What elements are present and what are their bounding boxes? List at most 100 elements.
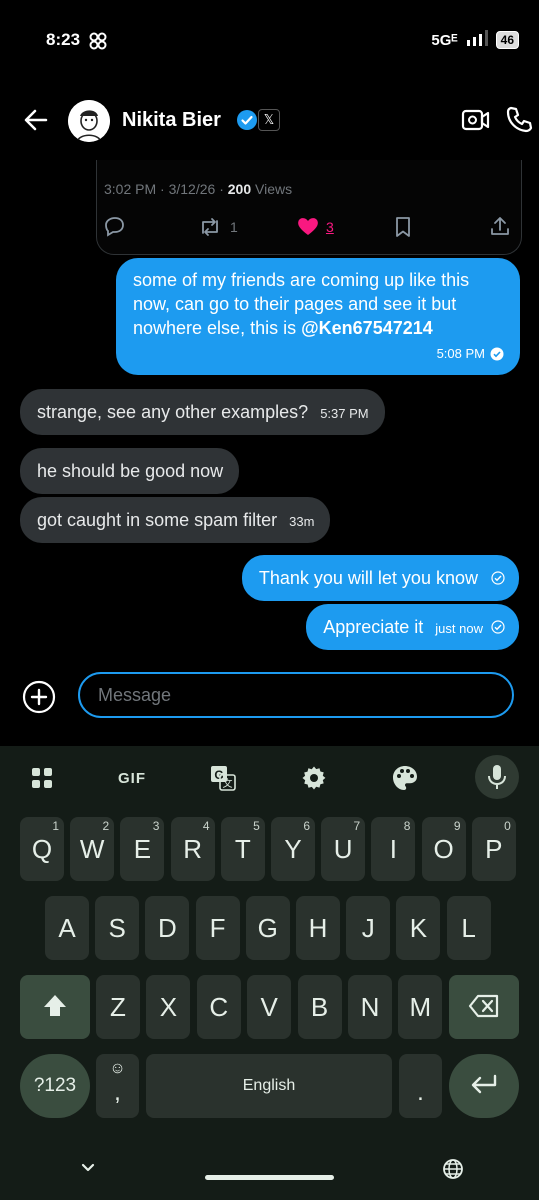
status-icons: 5Gᴱ 46: [431, 30, 519, 50]
pinwheel-icon: [88, 31, 108, 56]
key-m[interactable]: M: [398, 975, 443, 1039]
key-label: D: [158, 913, 177, 943]
key-e[interactable]: 3E: [120, 817, 165, 881]
space-bar[interactable]: English: [146, 1054, 392, 1118]
contact-name[interactable]: Nikita Bier: [122, 109, 221, 132]
gif-button[interactable]: GIF: [114, 760, 150, 796]
hide-keyboard-chevron-icon[interactable]: [78, 1158, 98, 1183]
add-media-button[interactable]: [22, 680, 56, 714]
emoji-comma-key[interactable]: ☺ ,: [96, 1054, 139, 1118]
message-text: Appreciate it: [323, 617, 424, 637]
key-f[interactable]: F: [195, 896, 240, 960]
key-n[interactable]: N: [348, 975, 392, 1039]
key-label: H: [308, 913, 328, 943]
retweet-icon[interactable]: [198, 216, 220, 238]
message-bubble-incoming[interactable]: got caught in some spam filter 33m: [20, 497, 331, 543]
key-a[interactable]: A: [45, 896, 89, 960]
keyboard: [0, 746, 539, 1200]
key-hint: 7: [353, 819, 361, 833]
post-time: 3:02 PM: [104, 181, 157, 197]
like-heart-icon[interactable]: [296, 215, 318, 237]
message-text: Thank you will let you know: [258, 568, 478, 588]
key-label: G: [257, 913, 278, 943]
key-i[interactable]: 8I: [371, 817, 416, 881]
network-label: 5Gᴱ: [431, 31, 458, 49]
key-c[interactable]: C: [196, 975, 241, 1039]
key-u[interactable]: 7U: [321, 817, 366, 881]
key-hint: 9: [453, 819, 461, 833]
key-hint: 6: [303, 819, 310, 833]
message-timestamp: just now: [435, 621, 483, 636]
key-q[interactable]: 1Q: [20, 817, 64, 881]
key-x[interactable]: X: [146, 975, 191, 1039]
message-bubble-incoming[interactable]: he should be good now: [20, 448, 240, 494]
message-bubble-outgoing[interactable]: Appreciate it just now: [306, 604, 519, 650]
key-label: Z: [110, 992, 126, 1022]
signal-icon: [466, 30, 488, 50]
key-label: J: [361, 913, 375, 943]
message-text: strange, see any other examples?: [37, 402, 309, 422]
avatar[interactable]: [68, 100, 110, 142]
key-d[interactable]: D: [145, 896, 190, 960]
message-input[interactable]: [78, 672, 514, 718]
key-s[interactable]: S: [95, 896, 140, 960]
key-label: N: [360, 992, 380, 1022]
apps-icon[interactable]: [24, 760, 60, 796]
key-hint: 2: [102, 819, 110, 833]
settings-gear-icon[interactable]: [296, 760, 332, 796]
back-arrow-icon[interactable]: [22, 106, 50, 134]
post-views-count: 200: [227, 181, 252, 197]
enter-key[interactable]: [449, 1054, 519, 1118]
message-bubble-incoming[interactable]: strange, see any other examples? 5:37 PM: [20, 389, 385, 435]
key-w[interactable]: 2W: [70, 817, 115, 881]
key-z[interactable]: Z: [96, 975, 140, 1039]
period-key[interactable]: .: [399, 1054, 442, 1118]
key-hint: 3: [152, 819, 160, 833]
symbols-key[interactable]: ?123: [20, 1054, 90, 1118]
x-affiliation-badge: 𝕏: [258, 109, 280, 131]
message-bubble-outgoing[interactable]: Thank you will let you know: [241, 555, 519, 601]
like-count: 3: [326, 219, 334, 235]
language-globe-icon[interactable]: [442, 1158, 464, 1185]
key-k[interactable]: K: [396, 896, 441, 960]
voice-input-button[interactable]: [475, 755, 519, 799]
key-p[interactable]: 0P: [471, 817, 516, 881]
key-b[interactable]: B: [297, 975, 342, 1039]
key-r[interactable]: 4R: [170, 817, 215, 881]
key-v[interactable]: V: [247, 975, 292, 1039]
backspace-key[interactable]: [449, 975, 519, 1039]
palette-icon[interactable]: [387, 760, 423, 796]
message-bubble-outgoing[interactable]: some of my friends are coming up like th…: [116, 258, 520, 375]
share-icon[interactable]: [489, 215, 511, 237]
plus-circle-icon: [22, 680, 56, 714]
key-label: F: [209, 913, 226, 943]
symbols-key-label: ?123: [33, 1075, 77, 1096]
key-label: K: [409, 913, 428, 943]
key-hint: 5: [253, 819, 260, 833]
shared-post-card[interactable]: [96, 160, 522, 255]
translate-icon[interactable]: G文: [205, 760, 241, 796]
key-j[interactable]: J: [346, 896, 391, 960]
read-check-icon: [490, 347, 504, 361]
mention-link[interactable]: @Ken67547214: [301, 318, 433, 338]
comma-label: ,: [114, 1079, 121, 1106]
home-indicator[interactable]: [205, 1175, 334, 1180]
key-y[interactable]: 6Y: [271, 817, 315, 881]
key-label: L: [461, 913, 476, 943]
bookmark-icon[interactable]: [393, 216, 415, 238]
reply-icon[interactable]: [104, 215, 126, 237]
phone-call-icon[interactable]: [505, 105, 533, 133]
key-g[interactable]: G: [245, 896, 290, 960]
sent-check-icon: [491, 620, 505, 634]
key-label: S: [108, 913, 126, 943]
key-l[interactable]: L: [446, 896, 491, 960]
shift-key[interactable]: [20, 975, 90, 1039]
key-o[interactable]: 9O: [421, 817, 466, 881]
key-h[interactable]: H: [296, 896, 340, 960]
video-call-icon[interactable]: [461, 106, 491, 134]
key-t[interactable]: 5T: [220, 817, 265, 881]
enter-arrow-icon: [471, 1074, 497, 1094]
svg-text:文: 文: [223, 777, 233, 790]
key-hint: 1: [52, 819, 59, 833]
key-label: M: [409, 992, 432, 1022]
